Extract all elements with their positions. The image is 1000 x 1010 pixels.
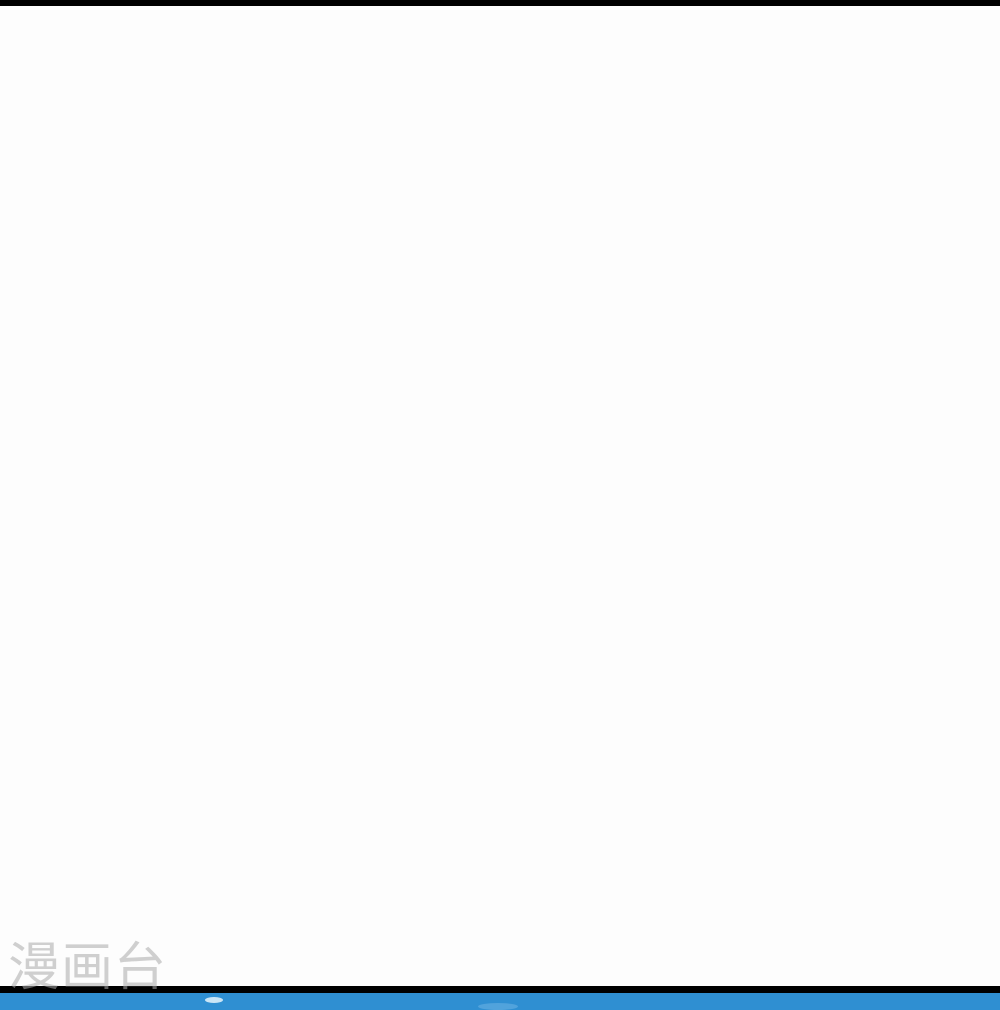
blank-comic-panel	[0, 6, 1000, 986]
strip-highlight-center	[478, 1003, 518, 1010]
watermark-logo-text: 漫画台	[8, 938, 168, 998]
comic-page: 漫画台	[0, 0, 1000, 1010]
strip-highlight-left	[205, 997, 223, 1003]
